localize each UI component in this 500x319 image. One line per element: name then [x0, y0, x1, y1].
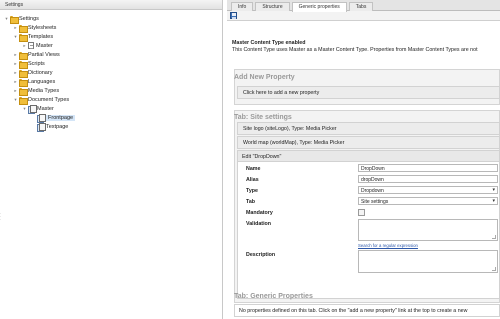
- regex-search-link[interactable]: Search for a regular expression: [358, 243, 418, 248]
- editor-tabs: Info Structure Generic properties Tabs: [227, 0, 500, 12]
- tree-node-stylesheets[interactable]: ▸ Stylesheets: [13, 23, 57, 33]
- tree-node-label: Master: [36, 42, 53, 49]
- document-type-icon: [37, 123, 46, 132]
- validation-label: Validation: [246, 221, 272, 227]
- expand-arrow-icon[interactable]: ▸: [13, 70, 18, 76]
- expand-arrow-icon[interactable]: ▸: [22, 43, 27, 49]
- tree-node-media-types[interactable]: ▸ Media Types: [13, 86, 60, 96]
- description-field[interactable]: [358, 250, 498, 273]
- tree-node-master[interactable]: ▾ Master: [22, 104, 54, 114]
- editor-toolbar: [227, 11, 500, 21]
- type-label: Type: [246, 188, 258, 194]
- validation-field[interactable]: [358, 219, 498, 241]
- tree-node-dictionary[interactable]: ▸ Dictionary: [13, 68, 53, 78]
- tree-node-frontpage[interactable]: Frontpage: [31, 113, 76, 123]
- panel-splitter-handle[interactable]: · · ·: [0, 212, 3, 224]
- tree-node-label: Settings: [19, 15, 39, 22]
- tab-structure[interactable]: Structure: [255, 2, 290, 11]
- tree-node-master[interactable]: ▸ Master: [22, 41, 53, 50]
- mandatory-checkbox[interactable]: [358, 209, 365, 216]
- tab-info[interactable]: Info: [231, 2, 254, 11]
- expand-arrow-open-icon[interactable]: ▾: [13, 34, 18, 40]
- settings-tree-panel: Settings ▾ Settings ▸ Stylesheets ▾ Templates…: [0, 0, 223, 319]
- tab-generic-properties[interactable]: Generic properties: [291, 2, 347, 12]
- master-notice-text: This Content Type uses Master as a Maste…: [232, 46, 478, 53]
- save-icon[interactable]: [230, 12, 237, 19]
- folder-icon: [19, 96, 28, 105]
- master-content-type-notice: Master Content Type enabled This Content…: [232, 40, 500, 53]
- description-label: Description: [246, 252, 276, 258]
- folder-icon: [19, 87, 28, 96]
- tree-node-partial-views[interactable]: ▸ Partial Views: [13, 50, 60, 60]
- type-select-value: Dropdown: [361, 188, 384, 194]
- folder-icon: [19, 24, 28, 33]
- tree-node-settings[interactable]: ▾ Settings: [4, 14, 39, 24]
- tree-node-label: Dictionary: [28, 69, 53, 76]
- folder-icon: [19, 60, 28, 69]
- folder-icon: [19, 69, 28, 78]
- tree-node-label: Partial Views: [28, 51, 60, 58]
- tab-tabs[interactable]: Tabs: [348, 2, 374, 11]
- document-type-icon: [28, 105, 37, 114]
- alias-field[interactable]: dropDown: [358, 175, 498, 183]
- expand-arrow-open-icon[interactable]: ▾: [22, 106, 27, 112]
- add-new-property-link[interactable]: Click here to add a new property: [237, 86, 500, 99]
- expand-arrow-icon[interactable]: ▸: [13, 61, 18, 67]
- tree-node-label: Templates: [28, 33, 54, 40]
- tree-node-document-types[interactable]: ▾ Document Types: [13, 95, 70, 105]
- no-properties-message: No properties defined on this tab. Click…: [234, 304, 500, 317]
- tree-node-label: Media Types: [28, 87, 60, 94]
- tree-node-label: Master: [37, 105, 54, 112]
- name-label: Name: [246, 166, 261, 172]
- tree-node-textpage[interactable]: Textpage: [31, 122, 69, 132]
- generic-properties-title: Tab: Generic Properties: [234, 293, 313, 300]
- type-select[interactable]: Dropdown: [358, 186, 498, 194]
- property-row-world-map[interactable]: World map (worldMap), Type: Media Picker: [237, 136, 500, 149]
- folder-icon: [19, 78, 28, 87]
- site-settings-title: Tab: Site settings: [234, 114, 292, 121]
- add-property-title: Add New Property: [234, 74, 295, 81]
- tree-node-label: Scripts: [28, 60, 45, 67]
- document-icon: [28, 42, 34, 49]
- expand-arrow-icon[interactable]: ▸: [13, 88, 18, 94]
- name-field[interactable]: DropDown: [358, 164, 498, 172]
- tab-select[interactable]: Site settings: [358, 197, 498, 205]
- edit-property-form: Edit "DropDown" Name DropDown Alias drop…: [237, 150, 500, 299]
- tab-select-value: Site settings: [361, 199, 389, 205]
- tree-node-scripts[interactable]: ▸ Scripts: [13, 59, 45, 69]
- folder-icon: [19, 33, 28, 42]
- edit-property-header: Edit "DropDown": [238, 151, 499, 162]
- generic-properties-content: Master Content Type enabled This Content…: [227, 22, 500, 319]
- alias-label: Alias: [246, 177, 259, 183]
- editor-panel: Info Structure Generic properties Tabs M…: [227, 0, 500, 319]
- expand-arrow-icon[interactable]: ▸: [13, 52, 18, 58]
- tab-label: Tab: [246, 199, 256, 205]
- expand-arrow-icon[interactable]: ▸: [13, 79, 18, 85]
- tree-node-languages[interactable]: ▸ Languages: [13, 77, 56, 87]
- tree-panel-header: Settings: [0, 0, 222, 10]
- expand-arrow-icon[interactable]: ▸: [13, 25, 18, 31]
- folder-icon: [19, 51, 28, 60]
- document-type-icon: [37, 114, 46, 123]
- tree-node-label: Textpage: [46, 123, 69, 130]
- expand-arrow-open-icon[interactable]: ▾: [4, 16, 9, 22]
- tree-node-label: Languages: [28, 78, 56, 85]
- property-row-site-logo[interactable]: Site logo (siteLogo), Type: Media Picker: [237, 122, 500, 135]
- tree-node-label: Frontpage: [46, 114, 76, 121]
- expand-arrow-open-icon[interactable]: ▾: [13, 97, 18, 103]
- tree-node-label: Stylesheets: [28, 24, 57, 31]
- tree-node-label: Document Types: [28, 96, 70, 103]
- folder-icon: [10, 15, 19, 24]
- mandatory-label: Mandatory: [246, 210, 273, 216]
- tree-node-templates[interactable]: ▾ Templates: [13, 32, 54, 42]
